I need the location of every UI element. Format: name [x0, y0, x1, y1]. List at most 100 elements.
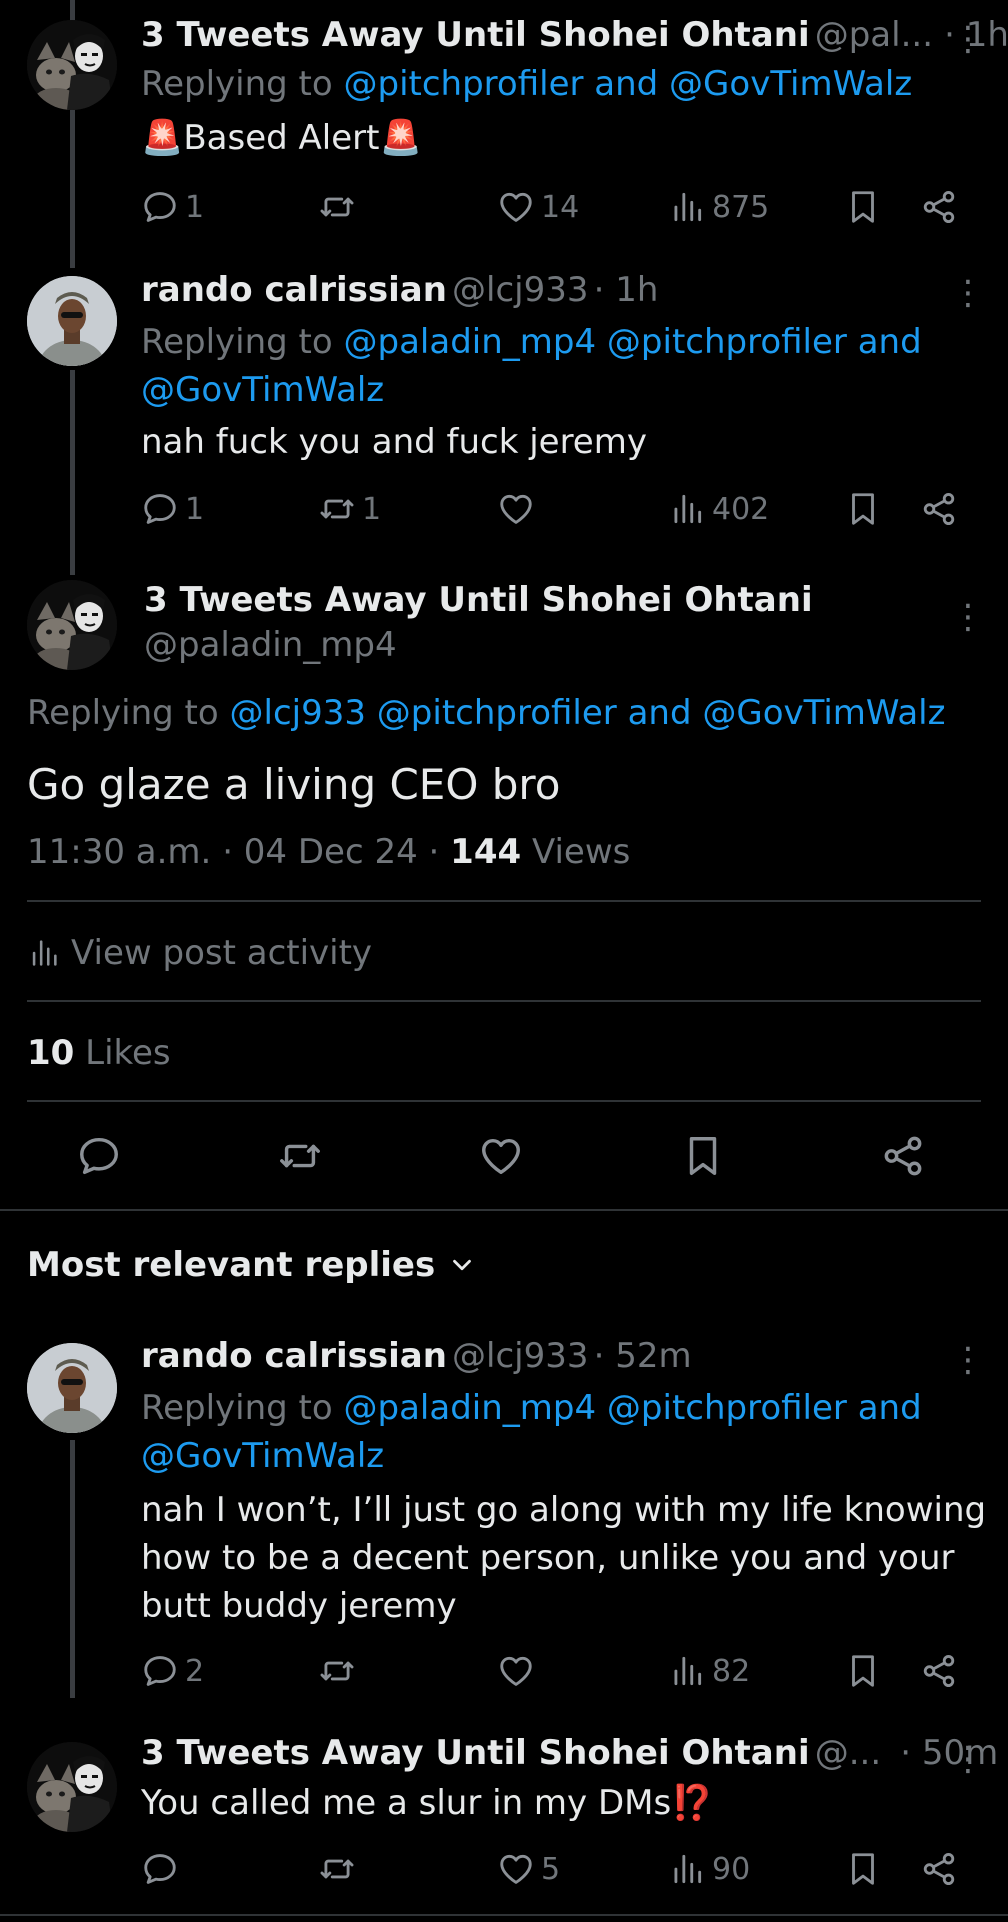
like-button[interactable] — [497, 490, 541, 528]
author-name[interactable]: 3 Tweets Away Until Shohei Ohtani — [144, 580, 813, 620]
avatar[interactable] — [27, 580, 117, 670]
bookmark-button[interactable] — [844, 188, 882, 226]
reply-button[interactable] — [76, 1133, 122, 1179]
retweet-icon — [318, 188, 356, 226]
section-divider — [0, 1209, 1008, 1211]
share-button[interactable] — [920, 490, 958, 528]
retweet-button[interactable] — [277, 1133, 323, 1179]
reply-button[interactable]: 1 — [141, 490, 204, 528]
replying-to: Replying to @paladin_mp4 @pitchprofiler … — [141, 318, 922, 414]
replying-prefix: Replying to — [141, 1388, 333, 1428]
mention-link[interactable]: @GovTimWalz — [141, 1436, 384, 1476]
share-button[interactable] — [920, 1652, 958, 1690]
replies-sort-dropdown[interactable]: Most relevant replies — [27, 1245, 477, 1285]
share-icon — [920, 1652, 958, 1690]
replying-prefix: Replying to — [141, 64, 333, 104]
like-count: 5 — [541, 1851, 561, 1887]
retweet-button[interactable]: 1 — [318, 490, 381, 528]
retweet-button[interactable] — [318, 1850, 362, 1888]
reply-count: 1 — [185, 491, 205, 527]
views-button[interactable]: 402 — [668, 490, 769, 528]
author-name[interactable]: rando calrissian — [141, 270, 447, 310]
likes-summary[interactable]: 10 Likes — [27, 1033, 171, 1073]
reply-icon — [141, 490, 179, 528]
reply-count: 1 — [185, 189, 205, 225]
views-count: 875 — [712, 189, 770, 225]
view-post-activity-link[interactable]: View post activity — [27, 933, 372, 973]
reply-button[interactable]: 2 — [141, 1652, 204, 1690]
views-count: 402 — [712, 491, 770, 527]
replying-to: Replying to @lcj933 @pitchprofiler and @… — [27, 693, 945, 733]
avatar[interactable] — [27, 276, 117, 366]
more-icon[interactable]: ⋮ — [951, 1742, 985, 1776]
share-icon — [880, 1133, 926, 1179]
share-icon — [920, 490, 958, 528]
views-button[interactable]: 875 — [668, 188, 769, 226]
mention-links[interactable]: @paladin_mp4 @pitchprofiler and — [344, 1388, 922, 1428]
author-handle[interactable]: @lcj933 — [452, 270, 588, 310]
avatar[interactable] — [27, 1742, 117, 1832]
divider — [27, 1100, 981, 1102]
thread-line — [70, 1440, 75, 1698]
bookmark-button[interactable] — [844, 1652, 882, 1690]
tweet-text-line: nah I won’t, I’ll just go along with my … — [141, 1490, 987, 1530]
avatar[interactable] — [27, 1343, 117, 1433]
more-icon[interactable]: ⋮ — [951, 600, 985, 634]
mention-links[interactable]: @pitchprofiler and @GovTimWalz — [344, 64, 913, 104]
bookmark-button[interactable] — [844, 490, 882, 528]
more-icon[interactable]: ⋮ — [951, 276, 985, 310]
views-icon — [27, 936, 61, 970]
replying-prefix: Replying to — [141, 322, 333, 362]
reply-button[interactable]: 1 — [141, 188, 204, 226]
mention-link[interactable]: @GovTimWalz — [141, 370, 384, 410]
chevron-down-icon — [453, 1259, 472, 1271]
heart-icon — [497, 1850, 535, 1888]
likes-label: Likes — [85, 1033, 171, 1073]
retweet-button[interactable] — [318, 1652, 362, 1690]
bookmark-button[interactable] — [844, 1850, 882, 1888]
heart-icon — [497, 1652, 535, 1690]
author-handle[interactable]: @pal... — [815, 15, 933, 55]
views-button[interactable]: 90 — [668, 1850, 750, 1888]
retweet-button[interactable] — [318, 188, 362, 226]
reply-icon — [76, 1133, 122, 1179]
like-button[interactable] — [478, 1133, 524, 1179]
share-button[interactable] — [920, 1850, 958, 1888]
mention-links[interactable]: @lcj933 @pitchprofiler and @GovTimWalz — [230, 693, 946, 733]
views-icon — [668, 1652, 706, 1690]
reply-icon — [141, 1652, 179, 1690]
bookmark-button[interactable] — [680, 1133, 726, 1179]
more-icon[interactable]: ⋮ — [951, 1343, 985, 1377]
timestamp[interactable]: · 1h — [594, 270, 659, 310]
tweet-body: You called me a slur in my DMs⁉️ — [141, 1783, 714, 1823]
author-name[interactable]: rando calrissian — [141, 1336, 447, 1376]
timestamp[interactable]: · 52m — [594, 1336, 692, 1376]
views-icon — [668, 188, 706, 226]
more-icon[interactable]: ⋮ — [951, 22, 985, 56]
divider — [27, 900, 981, 902]
author-handle[interactable]: @lcj933 — [452, 1336, 588, 1376]
share-button[interactable] — [880, 1133, 926, 1179]
views-count: 82 — [712, 1653, 751, 1689]
divider — [27, 1000, 981, 1002]
views-button[interactable]: 82 — [668, 1652, 750, 1690]
mention-links[interactable]: @paladin_mp4 @pitchprofiler and — [344, 322, 922, 362]
tweet-text: nah I won’t, I’ll just go along with my … — [141, 1486, 986, 1630]
author-name[interactable]: 3 Tweets Away Until Shohei Ohtani — [141, 15, 810, 55]
like-button[interactable]: 5 — [497, 1850, 560, 1888]
post-time: 11:30 a.m. — [27, 832, 212, 872]
retweet-count: 1 — [362, 491, 382, 527]
like-count: 14 — [541, 189, 580, 225]
avatar-image — [27, 20, 117, 110]
reply-button[interactable] — [141, 1850, 185, 1888]
like-button[interactable] — [497, 1652, 541, 1690]
author-handle[interactable]: @paladin_mp4 — [144, 625, 397, 665]
replying-prefix: Replying to — [27, 693, 219, 733]
tweet-text: You called me a slur in my DMs — [141, 1783, 672, 1823]
like-button[interactable]: 14 — [497, 188, 579, 226]
share-button[interactable] — [920, 188, 958, 226]
avatar[interactable] — [27, 20, 117, 110]
author-name[interactable]: 3 Tweets Away Until Shohei Ohtani — [141, 1733, 810, 1773]
author-handle[interactable]: @... — [815, 1733, 881, 1773]
siren-emoji: 🚨 — [141, 118, 184, 158]
